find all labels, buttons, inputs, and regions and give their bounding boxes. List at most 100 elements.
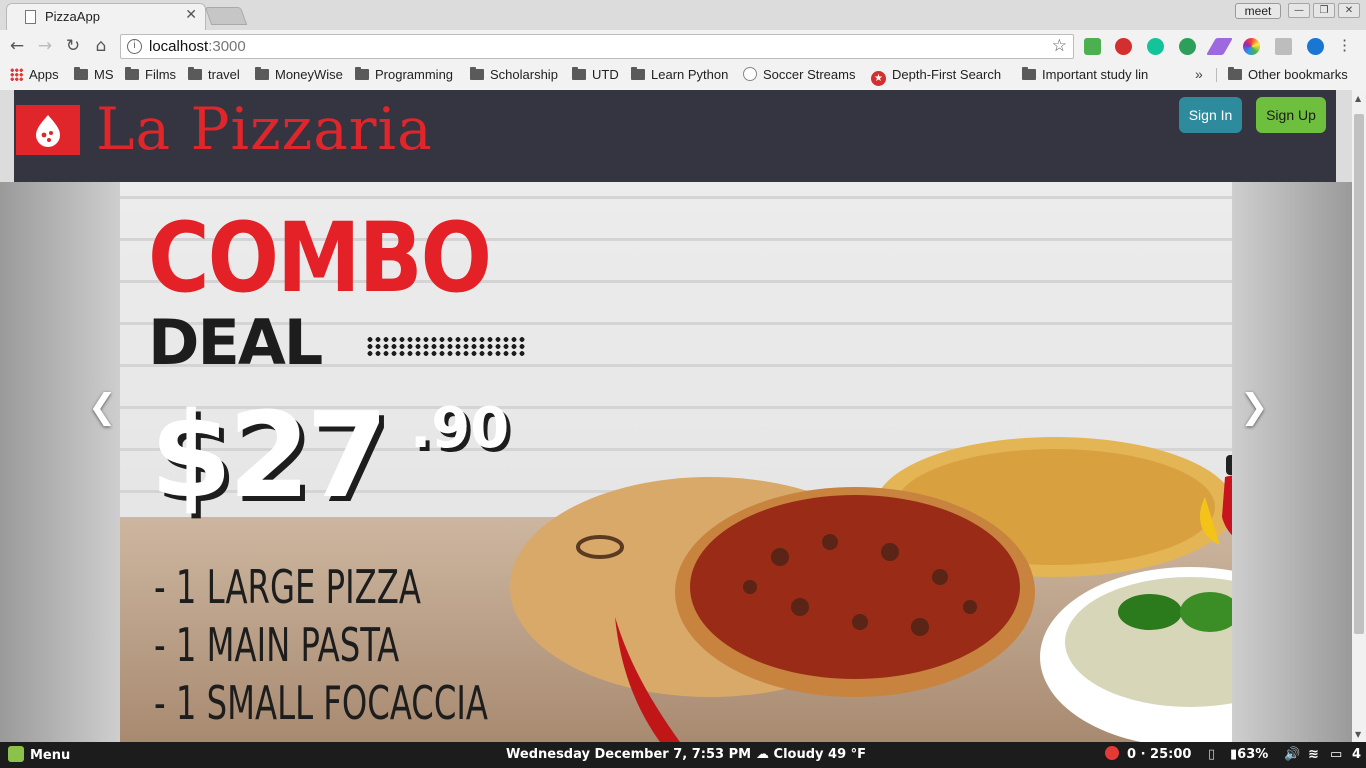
- bookmark-label: Soccer Streams: [763, 67, 856, 82]
- url-port: :3000: [208, 38, 246, 55]
- extension-blue-icon[interactable]: [1307, 38, 1324, 55]
- bookmark-label: MS: [94, 67, 114, 82]
- close-window-button[interactable]: ✕: [1338, 3, 1360, 18]
- folder-icon: [631, 67, 645, 80]
- minimize-button[interactable]: —: [1288, 3, 1310, 18]
- bookmark-other[interactable]: Other bookmarks: [1228, 66, 1348, 84]
- bookmark-soccer-streams[interactable]: Soccer Streams: [743, 66, 855, 84]
- promo-item: - 1 SMALL FOCACCIA: [154, 676, 488, 730]
- bookmark-folder[interactable]: Programming: [355, 66, 453, 84]
- carousel-prev-chevron-left-icon[interactable]: ❮: [88, 387, 117, 427]
- back-icon[interactable]: ←: [7, 36, 27, 56]
- tab-pizzaapp[interactable]: PizzaApp ✕: [6, 3, 206, 30]
- workspace-indicator[interactable]: 4: [1352, 746, 1361, 764]
- promo-price-cents: .90: [410, 396, 510, 461]
- weather-label: Cloudy 49 °F: [773, 747, 867, 762]
- folder-icon: [1022, 67, 1036, 80]
- address-bar[interactable]: i localhost:3000 ☆: [120, 34, 1074, 59]
- promo-item: - 1 LARGE PIZZA: [154, 560, 421, 614]
- bookmark-folder[interactable]: Important study lin: [1022, 66, 1157, 84]
- sign-up-button[interactable]: Sign Up: [1256, 97, 1326, 133]
- display-icon[interactable]: ▭: [1330, 746, 1342, 764]
- bookmarks-bar: Apps MS Films travel MoneyWise Programmi…: [0, 62, 1366, 88]
- promo-carousel: COMBO DEAL $27 .90 - 1 LARGE PIZZA - 1 M…: [0, 182, 1352, 742]
- promo-headline: COMBO: [148, 201, 492, 314]
- clipboard-icon[interactable]: ▯: [1208, 746, 1215, 764]
- folder-icon: [125, 67, 139, 80]
- extension-evernote-icon[interactable]: [1084, 38, 1101, 55]
- bookmark-label: Apps: [29, 67, 59, 82]
- folder-icon: [572, 67, 586, 80]
- bookmark-label: Depth-First Search: [892, 67, 1002, 82]
- info-icon[interactable]: i: [127, 39, 142, 54]
- clock[interactable]: Wednesday December 7, 7:53 PM: [506, 746, 751, 764]
- bookmark-folder[interactable]: UTD: [572, 66, 619, 84]
- home-icon[interactable]: ⌂: [91, 36, 111, 56]
- more-bookmarks-icon[interactable]: »: [1195, 66, 1203, 82]
- bookmark-folder[interactable]: Learn Python: [631, 66, 728, 84]
- bookmark-label: Films: [145, 67, 177, 82]
- forward-icon[interactable]: →: [35, 36, 55, 56]
- extension-puzzle-icon[interactable]: [1275, 38, 1292, 55]
- scroll-thumb[interactable]: [1354, 114, 1364, 634]
- profile-button[interactable]: meet: [1235, 3, 1281, 19]
- bookmark-star-icon[interactable]: ☆: [1052, 36, 1067, 56]
- bookmark-folder[interactable]: Films: [125, 66, 176, 84]
- extension-color-icon[interactable]: [1243, 38, 1260, 55]
- reload-icon[interactable]: ↻: [63, 36, 83, 56]
- battery-label: 63%: [1237, 747, 1269, 762]
- reddit-icon: [743, 67, 757, 81]
- start-menu-button[interactable]: Menu: [8, 746, 70, 765]
- tomato-icon: [1105, 746, 1119, 760]
- bookmark-apps[interactable]: Apps: [10, 66, 59, 84]
- weather-widget[interactable]: ☁ Cloudy 49 °F: [756, 746, 866, 764]
- promo-price: $27: [150, 386, 388, 524]
- bookmark-label: Other bookmarks: [1248, 67, 1348, 82]
- bookmark-label: Programming: [375, 67, 454, 82]
- browser-menu-icon[interactable]: · · ·: [1342, 33, 1350, 59]
- bookmark-label: Important study lin: [1042, 67, 1149, 82]
- brand-name[interactable]: La Pizzaria: [96, 94, 433, 164]
- wifi-icon[interactable]: ≋: [1308, 746, 1319, 764]
- apps-icon: [10, 68, 23, 81]
- extension-grammarly-icon[interactable]: [1147, 38, 1164, 55]
- cloud-icon: ☁: [756, 747, 774, 762]
- extension-adblock-icon[interactable]: [1115, 38, 1132, 55]
- carousel-slide: COMBO DEAL $27 .90 - 1 LARGE PIZZA - 1 M…: [120, 182, 1232, 742]
- pizza-logo-icon[interactable]: [16, 105, 80, 155]
- bookmark-label: Learn Python: [651, 67, 729, 82]
- page-icon: [25, 10, 36, 24]
- bookmark-folder[interactable]: Scholarship: [470, 66, 558, 84]
- battery-indicator[interactable]: ▮63%: [1230, 746, 1268, 764]
- extension-pen-icon[interactable]: [1206, 38, 1233, 55]
- bookmark-label: travel: [208, 67, 240, 82]
- os-taskbar: Menu Wednesday December 7, 7:53 PM ☁ Clo…: [0, 742, 1366, 768]
- browser-toolbar: ← → ↻ ⌂ i localhost:3000 ☆ · · ·: [0, 30, 1366, 62]
- bookmark-folder[interactable]: MoneyWise: [255, 66, 343, 84]
- folder-icon: [355, 67, 369, 80]
- star-badge-icon: ★: [871, 71, 886, 86]
- folder-icon: [1228, 67, 1242, 80]
- sign-in-button[interactable]: Sign In: [1179, 97, 1242, 133]
- pizza-pasta-illustration: [510, 437, 1232, 742]
- extension-ipad-icon[interactable]: [1179, 38, 1196, 55]
- url-text[interactable]: localhost:3000: [149, 38, 246, 55]
- mint-logo-icon: [8, 746, 24, 762]
- bookmark-depth-first-search[interactable]: ★ Depth-First Search: [871, 66, 1002, 86]
- bookmark-folder[interactable]: travel: [188, 66, 240, 84]
- promo-subheadline: DEAL: [148, 306, 323, 379]
- bookmark-folder[interactable]: MS: [74, 66, 114, 84]
- timer-label: 0 · 25:00: [1127, 747, 1192, 762]
- page-scrollbar[interactable]: ▲ ▼: [1352, 90, 1366, 742]
- scroll-up-icon[interactable]: ▲: [1355, 94, 1361, 103]
- pomodoro-timer[interactable]: 0 · 25:00: [1105, 746, 1191, 764]
- volume-icon[interactable]: 🔊: [1284, 746, 1300, 764]
- tab-title: PizzaApp: [45, 9, 100, 24]
- folder-icon: [470, 67, 484, 80]
- tab-close-icon[interactable]: ✕: [185, 7, 197, 23]
- scroll-down-icon[interactable]: ▼: [1355, 730, 1361, 739]
- carousel-next-chevron-right-icon[interactable]: ❯: [1240, 387, 1269, 427]
- folder-icon: [74, 67, 88, 80]
- new-tab-button[interactable]: [204, 7, 248, 25]
- maximize-button[interactable]: ❐: [1313, 3, 1335, 18]
